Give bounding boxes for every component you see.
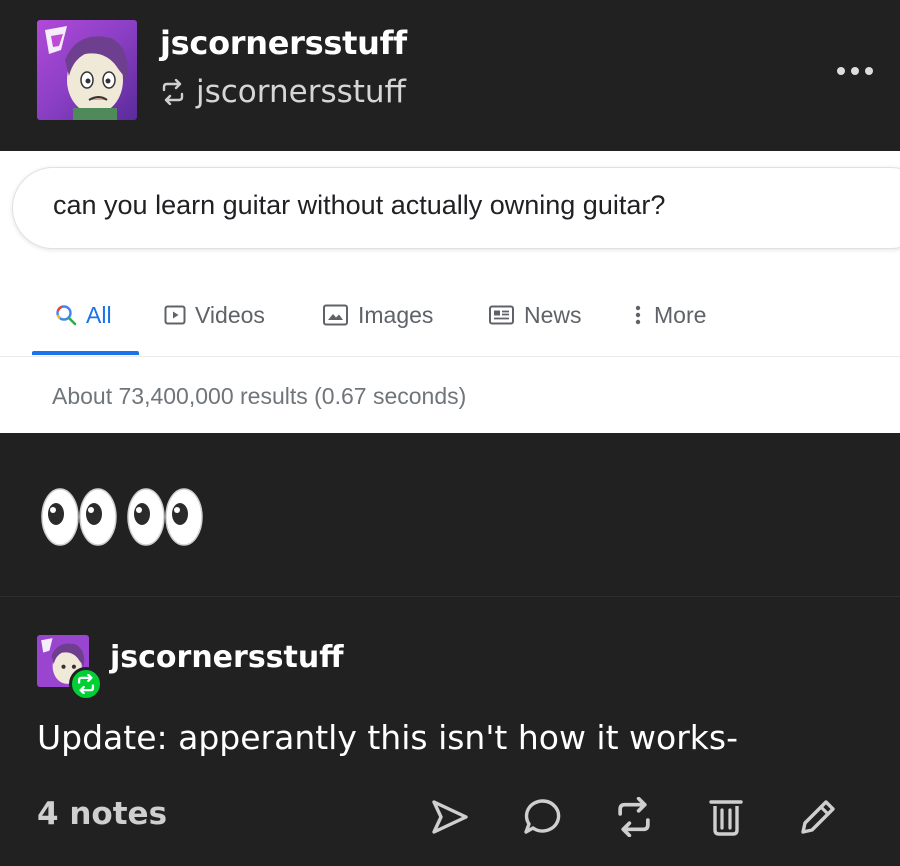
tab-images-label: Images — [358, 301, 434, 328]
reblog-divider — [0, 596, 900, 597]
reply-icon — [524, 799, 561, 834]
reblog-icon — [160, 79, 186, 105]
tab-all: All — [54, 295, 112, 335]
more-vertical-icon — [635, 305, 641, 325]
reblog-icon — [618, 797, 650, 837]
image-icon — [323, 304, 348, 326]
edit-button[interactable] — [796, 795, 840, 839]
blog-name[interactable]: jscornersstuff — [160, 24, 407, 62]
post-header: jscornersstuff jscornersstuff — [0, 0, 900, 150]
reblog-author[interactable]: jscornersstuff — [110, 640, 344, 675]
tab-news: News — [488, 295, 582, 335]
tab-all-label: All — [86, 301, 112, 328]
tab-news-label: News — [524, 301, 582, 328]
reblogged-from-name: jscornersstuff — [196, 74, 406, 110]
share-icon — [432, 800, 468, 834]
avatar[interactable] — [37, 20, 137, 120]
edit-icon — [801, 800, 835, 834]
post-image[interactable]: can you learn guitar without actually ow… — [0, 151, 900, 433]
divider — [0, 356, 900, 357]
search-box: can you learn guitar without actually ow… — [12, 167, 900, 249]
reblog-comment: Update: apperantly this isn't how it wor… — [37, 718, 738, 757]
tab-more: More — [630, 295, 706, 335]
share-button[interactable] — [428, 795, 472, 839]
reblog-button[interactable] — [612, 795, 656, 839]
reblog-badge — [69, 667, 103, 701]
delete-button[interactable] — [704, 795, 748, 839]
video-icon — [164, 305, 186, 325]
tab-videos: Videos — [163, 295, 265, 335]
eyes-emoji — [41, 488, 117, 546]
delete-icon — [709, 800, 743, 836]
search-query: can you learn guitar without actually ow… — [53, 190, 666, 220]
notes-count[interactable]: 4 notes — [37, 796, 167, 832]
reply-button[interactable] — [520, 795, 564, 839]
tab-images: Images — [322, 295, 433, 335]
active-tab-indicator — [32, 351, 139, 355]
tab-videos-label: Videos — [195, 301, 265, 328]
reblogged-from[interactable]: jscornersstuff — [160, 70, 406, 114]
ellipsis-icon — [837, 67, 845, 75]
eyes-emoji — [127, 488, 203, 546]
reblog-icon — [77, 674, 95, 694]
tab-more-label: More — [654, 301, 707, 328]
search-tabs: All Videos Images News More — [0, 291, 900, 355]
more-options-button[interactable] — [832, 58, 878, 84]
search-icon — [56, 305, 77, 326]
news-icon — [489, 305, 514, 325]
eyes-emoji-row — [40, 486, 206, 548]
result-stats: About 73,400,000 results (0.67 seconds) — [52, 383, 467, 409]
